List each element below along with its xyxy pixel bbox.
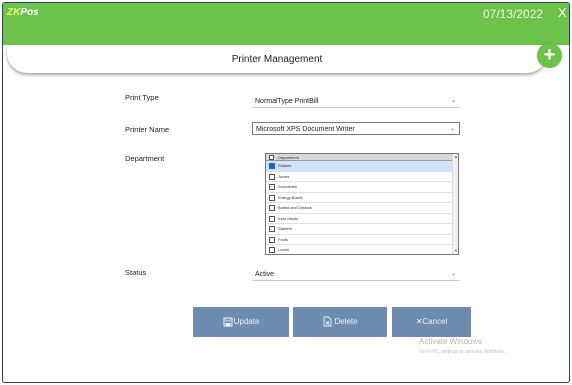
department-item-label: Energy Bowls — [278, 194, 303, 200]
page-title: Printer Management — [231, 54, 323, 65]
title-bar: Printer Management — [7, 45, 547, 73]
department-item-label: Shakes — [278, 163, 292, 168]
select-all-checkbox[interactable] — [269, 154, 274, 160]
status-value: Active — [255, 271, 275, 278]
department-checkbox[interactable] — [269, 173, 275, 180]
department-checkbox[interactable] — [269, 247, 275, 253]
department-list[interactable]: Department Shakes Juices Smoothies Energy B… — [265, 153, 459, 255]
department-checkbox[interactable] — [269, 226, 275, 232]
activation-watermark-subtitle: Go to PC settings to activate Windows. — [419, 349, 506, 355]
department-item[interactable]: Shakes — [266, 161, 458, 172]
department-checkbox[interactable] — [269, 194, 275, 201]
department-item[interactable]: Keto Meals — [266, 214, 458, 224]
printer-name-label: Printer Name — [125, 125, 170, 134]
chevron-down-icon: ⌄ — [450, 271, 456, 277]
department-item-label: Keto Meals — [278, 215, 299, 221]
status-select[interactable]: Active ⌄ — [252, 268, 460, 281]
delete-file-icon — [323, 316, 332, 327]
print-type-select[interactable]: NormalType PrintBill ⌄ — [252, 95, 460, 108]
printer-name-select[interactable]: Microsoft XPS Document Writer ⌄ — [252, 122, 460, 135]
chevron-down-icon: ⌄ — [450, 98, 456, 104]
department-item-label: Juices — [278, 173, 290, 179]
department-item-label: Smoothies — [278, 184, 297, 189]
add-printer-button[interactable]: + — [537, 43, 562, 68]
cancel-button[interactable]: ✕Cancel — [392, 307, 471, 337]
department-checkbox[interactable] — [269, 205, 275, 211]
department-checkbox[interactable] — [269, 215, 275, 222]
department-list-scrollbar[interactable]: ▲ ▼ — [452, 154, 458, 254]
save-icon — [223, 317, 233, 327]
current-date: 07/13/2022 — [483, 7, 544, 21]
scroll-up-icon[interactable]: ▲ — [453, 154, 458, 160]
department-item[interactable]: Starters — [266, 224, 458, 235]
department-checkbox[interactable] — [269, 236, 275, 243]
department-checkbox[interactable] — [269, 184, 275, 190]
department-item[interactable]: Lunch — [266, 245, 458, 254]
print-type-label: Print Type — [125, 93, 159, 102]
department-item-label: Starters — [278, 226, 293, 231]
department-list-header: Department — [266, 154, 458, 161]
scroll-down-icon[interactable]: ▼ — [453, 248, 458, 254]
department-item-label: Lunch — [278, 247, 289, 252]
chevron-down-icon: ⌄ — [449, 126, 455, 132]
print-type-value: NormalType PrintBill — [255, 98, 319, 105]
department-label: Department — [125, 154, 165, 163]
department-checkbox[interactable] — [269, 163, 275, 169]
activation-watermark-title: Activate Windows — [419, 337, 483, 346]
status-label: Status — [125, 268, 147, 277]
delete-button[interactable]: Delete — [293, 307, 387, 337]
update-button[interactable]: Update — [193, 307, 289, 337]
department-item-label: Boiled and Gelatos — [278, 205, 312, 210]
printer-name-value: Microsoft XPS Document Writer — [256, 126, 355, 133]
app-window: ZKPos 07/13/2022 X Printer Management + … — [2, 2, 570, 383]
department-item[interactable]: Energy Bowls — [266, 193, 458, 203]
department-item[interactable]: Smoothies — [266, 182, 458, 193]
department-item[interactable]: Juices — [266, 172, 458, 182]
app-logo: ZKPos — [7, 7, 39, 18]
department-item-label: Fruits — [278, 236, 288, 242]
department-item[interactable]: Boiled and Gelatos — [266, 203, 458, 214]
top-bar: ZKPos 07/13/2022 X — [3, 3, 569, 45]
department-item[interactable]: Fruits — [266, 235, 458, 245]
close-button[interactable]: X — [558, 5, 567, 20]
